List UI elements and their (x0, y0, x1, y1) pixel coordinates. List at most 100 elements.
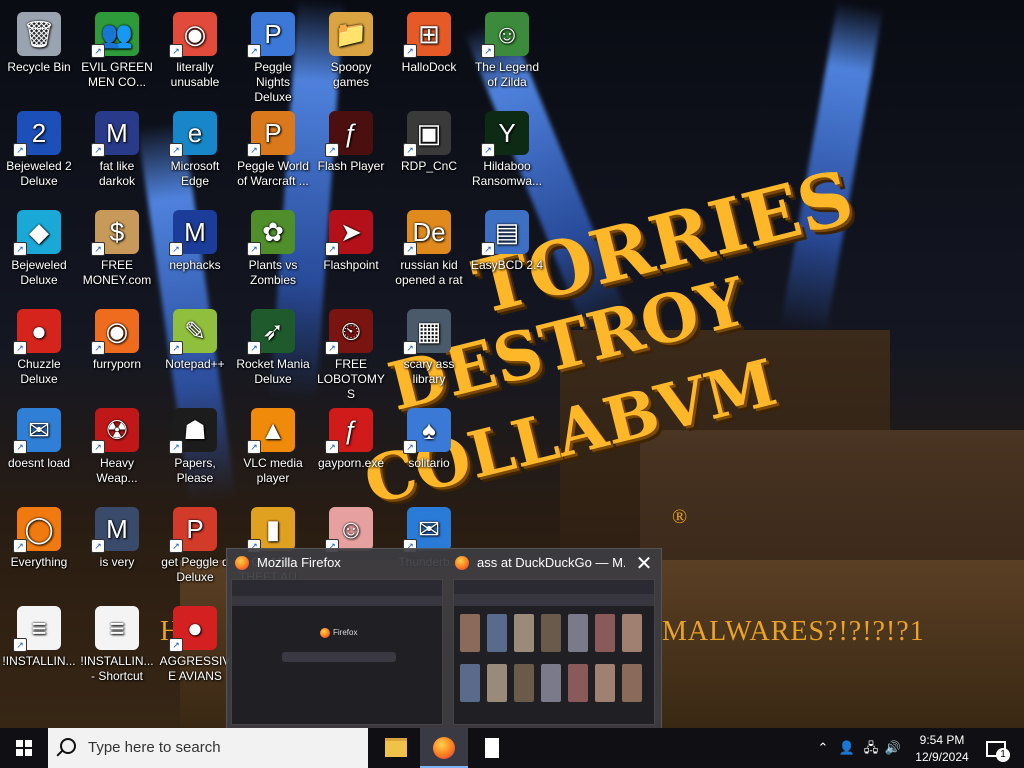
desktop-icon[interactable]: M ↗ nephacks (156, 202, 234, 298)
image-result-thumbnail (460, 664, 480, 702)
desktop-icon[interactable]: 📁 Spoopy games (312, 4, 390, 100)
peggle-icon: P ↗ (169, 507, 217, 553)
text-file-icon: ≡ ↗ (13, 606, 61, 652)
desktop-icon-label: get Peggle d Deluxe (161, 555, 229, 584)
image-result-thumbnail (514, 614, 534, 652)
desktop-icon[interactable]: $ ↗ FREE MONEY.com (78, 202, 156, 298)
desktop-icon[interactable]: ▦ ↗ scary ass library (390, 301, 468, 397)
preview-window1-title: Mozilla Firefox (257, 555, 341, 570)
desktop-icon[interactable]: ▣ ↗ RDP_CnC (390, 103, 468, 199)
desktop-icon[interactable]: 👥 ↗ EVIL GREEN MEN CO... (78, 4, 156, 100)
desktop-icon-label: Papers, Please (174, 456, 216, 485)
desktop-icon[interactable]: ☢ ↗ Heavy Weap... (78, 400, 156, 496)
clock-date: 12/9/2024 (915, 750, 969, 764)
desktop-icon[interactable]: ƒ ↗ gayporn.exe (312, 400, 390, 496)
green-people-icon: 👥 ↗ (91, 12, 139, 58)
shortcut-arrow-icon: ↗ (169, 143, 183, 157)
desktop-icon[interactable]: ◆ ↗ Bejeweled Deluxe (0, 202, 78, 298)
desktop-icon[interactable]: ≡ ↗ !INSTALLIN... (0, 598, 78, 694)
desktop-icon[interactable]: ◉ ↗ furryporn (78, 301, 156, 397)
preview-window-firefox[interactable]: Mozilla Firefox Firefox (227, 549, 447, 729)
desktop-icon[interactable]: ♠ ↗ solitario (390, 400, 468, 496)
shortcut-arrow-icon: ↗ (247, 341, 261, 355)
desktop-icon-label: furryporn (92, 357, 142, 371)
desktop-icon-label: !INSTALLIN... (2, 654, 76, 668)
desktop-icon[interactable]: ✉ ↗ doesnt load (0, 400, 78, 496)
volume-icon[interactable]: 🔊 (882, 728, 904, 768)
desktop-icon[interactable]: M ↗ fat like darkok (78, 103, 156, 199)
desktop-icon[interactable]: 🗑 Recycle Bin (0, 4, 78, 100)
thumb-firefox-label: Firefox (333, 628, 358, 637)
show-hidden-icons-chevron-icon[interactable]: ⌃ (812, 728, 834, 768)
desktop-icon[interactable]: e ↗ Microsoft Edge (156, 103, 234, 199)
shortcut-arrow-icon: ↗ (91, 341, 105, 355)
shortcut-arrow-icon: ↗ (169, 341, 183, 355)
desktop-icon-label: !INSTALLIN... - Shortcut (80, 654, 154, 683)
bejeweled-2-icon: 2 ↗ (13, 111, 61, 157)
desktop-icon-label: is very (99, 555, 135, 569)
desktop-icon-label: Flash Player (317, 159, 385, 173)
desktop-icon[interactable]: ● ↗ Chuzzle Deluxe (0, 301, 78, 397)
preview-title: Mozilla Firefox (235, 555, 341, 570)
desktop-icon[interactable]: ◯ ↗ Everything (0, 499, 78, 595)
desktop-icon[interactable]: Y ↗ Hildaboo Ransomwa... (468, 103, 546, 199)
desktop-icon[interactable]: M ↗ is very (78, 499, 156, 595)
desktop-icon[interactable]: ● ↗ AGGRESSIVE AVIANS (156, 598, 234, 694)
desktop-icon-label: Spoopy games (330, 60, 372, 89)
desktop-icon-label: scary ass library (403, 357, 455, 386)
shortcut-arrow-icon: ↗ (403, 440, 417, 454)
taskbar-file-explorer[interactable] (372, 728, 420, 768)
desktop-icon-label: Notepad++ (165, 357, 225, 371)
system-clock[interactable]: 9:54 PM 12/9/2024 (904, 730, 980, 766)
shortcut-arrow-icon: ↗ (91, 539, 105, 553)
network-icon[interactable]: 🖧 (860, 728, 882, 768)
desktop-icon[interactable]: De ↗ russian kid opened a rat (390, 202, 468, 298)
desktop-icon[interactable]: P ↗ Peggle Nights Deluxe (234, 4, 312, 104)
desktop-icon[interactable]: 2 ↗ Bejeweled 2 Deluxe (0, 103, 78, 199)
desktop-icon[interactable]: P ↗ Peggle World of Warcraft ... (234, 103, 312, 199)
desktop-icon[interactable]: ⏲ ↗ FREE LOBOTOMYS (312, 301, 390, 401)
desktop-icon[interactable]: ☺ ↗ The Legend of Zilda (468, 4, 546, 100)
notification-center-button[interactable]: 1 (980, 728, 1012, 768)
recycle-bin-icon: 🗑 (17, 12, 61, 56)
desktop-icon[interactable]: ➶ ↗ Rocket Mania Deluxe (234, 301, 312, 397)
start-button[interactable] (0, 728, 48, 768)
image-result-thumbnail (487, 664, 507, 702)
image-result-thumbnail (541, 614, 561, 652)
flash-icon: ƒ ↗ (325, 111, 373, 157)
taskbar-notepad[interactable] (468, 728, 516, 768)
desktop-icon-label: HalloDock (401, 60, 457, 74)
clock-time: 9:54 PM (919, 733, 965, 747)
desktop-icon[interactable]: ƒ ↗ Flash Player (312, 103, 390, 199)
desktop-icon[interactable]: P ↗ get Peggle d Deluxe (156, 499, 234, 595)
desktop-icon-label: Peggle World of Warcraft ... (237, 159, 309, 188)
desktop-icon[interactable]: ≡ !INSTALLIN... - Shortcut (78, 598, 156, 694)
image-result-thumbnail (541, 664, 561, 702)
shortcut-arrow-icon: ↗ (13, 143, 27, 157)
desktop-icon[interactable]: ✿ ↗ Plants vs Zombies (234, 202, 312, 298)
radiation-icon: ☢ ↗ (91, 408, 139, 454)
money-bag-icon: $ ↗ (91, 210, 139, 256)
chrome-icon: ◉ ↗ (169, 12, 217, 58)
zilda-icon: ☺ ↗ (481, 12, 529, 58)
desktop-icon[interactable]: ➤ ↗ Flashpoint (312, 202, 390, 298)
desktop-icon[interactable]: ▤ ↗ EasyBCD 2.4 (468, 202, 546, 298)
desktop-icon[interactable]: ◉ ↗ literally unusable (156, 4, 234, 100)
desktop-icon[interactable]: ✎ ↗ Notepad++ (156, 301, 234, 397)
yashma-icon: Y ↗ (481, 111, 529, 157)
close-icon[interactable]: ✕ (633, 553, 655, 575)
shortcut-arrow-icon: ↗ (403, 242, 417, 256)
firefox-icon (433, 736, 455, 759)
desktop-icon-label: The Legend of Zilda (474, 60, 540, 89)
preview-thumbnail-firefox: Firefox (231, 579, 443, 725)
everything-search-icon: ◯ ↗ (13, 507, 61, 553)
desktop-icon-label: literally unusable (170, 60, 220, 89)
search-box[interactable]: Type here to search (48, 728, 368, 768)
shortcut-arrow-icon: ↗ (13, 440, 27, 454)
desktop-icon[interactable]: ☗ ↗ Papers, Please (156, 400, 234, 496)
desktop-icon[interactable]: ⊞ ↗ HalloDock (390, 4, 468, 100)
user-status-icon[interactable]: 👤 (836, 728, 858, 768)
desktop-icon[interactable]: ▲ ↗ VLC media player (234, 400, 312, 496)
taskbar-firefox[interactable] (420, 728, 468, 768)
preview-window-duckduckgo[interactable]: ass at DuckDuckGo — M... ✕ (447, 549, 661, 729)
